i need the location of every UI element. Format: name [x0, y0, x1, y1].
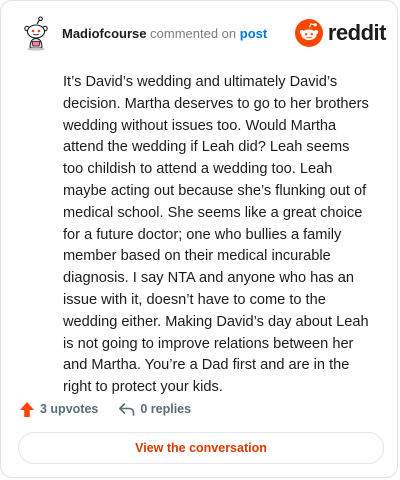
- user-avatar[interactable]: [18, 15, 54, 51]
- upvote-count: 3 upvotes: [40, 402, 99, 416]
- reply-button[interactable]: 0 replies: [118, 402, 191, 417]
- reply-arrow-icon: [119, 402, 135, 416]
- username-link[interactable]: Madiofcourse: [62, 26, 147, 41]
- comment-card: Madiofcourse commented on post reddit It…: [0, 0, 398, 478]
- reddit-snoo-icon: [294, 19, 323, 47]
- comment-header: Madiofcourse commented on post reddit: [18, 15, 387, 55]
- comment-byline: Madiofcourse commented on post: [62, 26, 267, 41]
- reddit-logo[interactable]: reddit: [294, 18, 387, 48]
- reply-count: 0 replies: [140, 402, 192, 416]
- upvote-button[interactable]: 3 upvotes: [19, 401, 98, 418]
- byline-action-text: commented on: [150, 26, 237, 41]
- post-link[interactable]: post: [240, 26, 267, 41]
- view-conversation-button[interactable]: View the conversation: [18, 432, 384, 464]
- comment-body: It’s David’s wedding and ultimately Davi…: [63, 74, 369, 396]
- comment-actions: 3 upvotes 0 replies: [19, 399, 191, 419]
- snoo-avatar-icon: [18, 15, 54, 51]
- reddit-wordmark: reddit: [327, 20, 387, 45]
- upvote-arrow-icon: [20, 401, 34, 417]
